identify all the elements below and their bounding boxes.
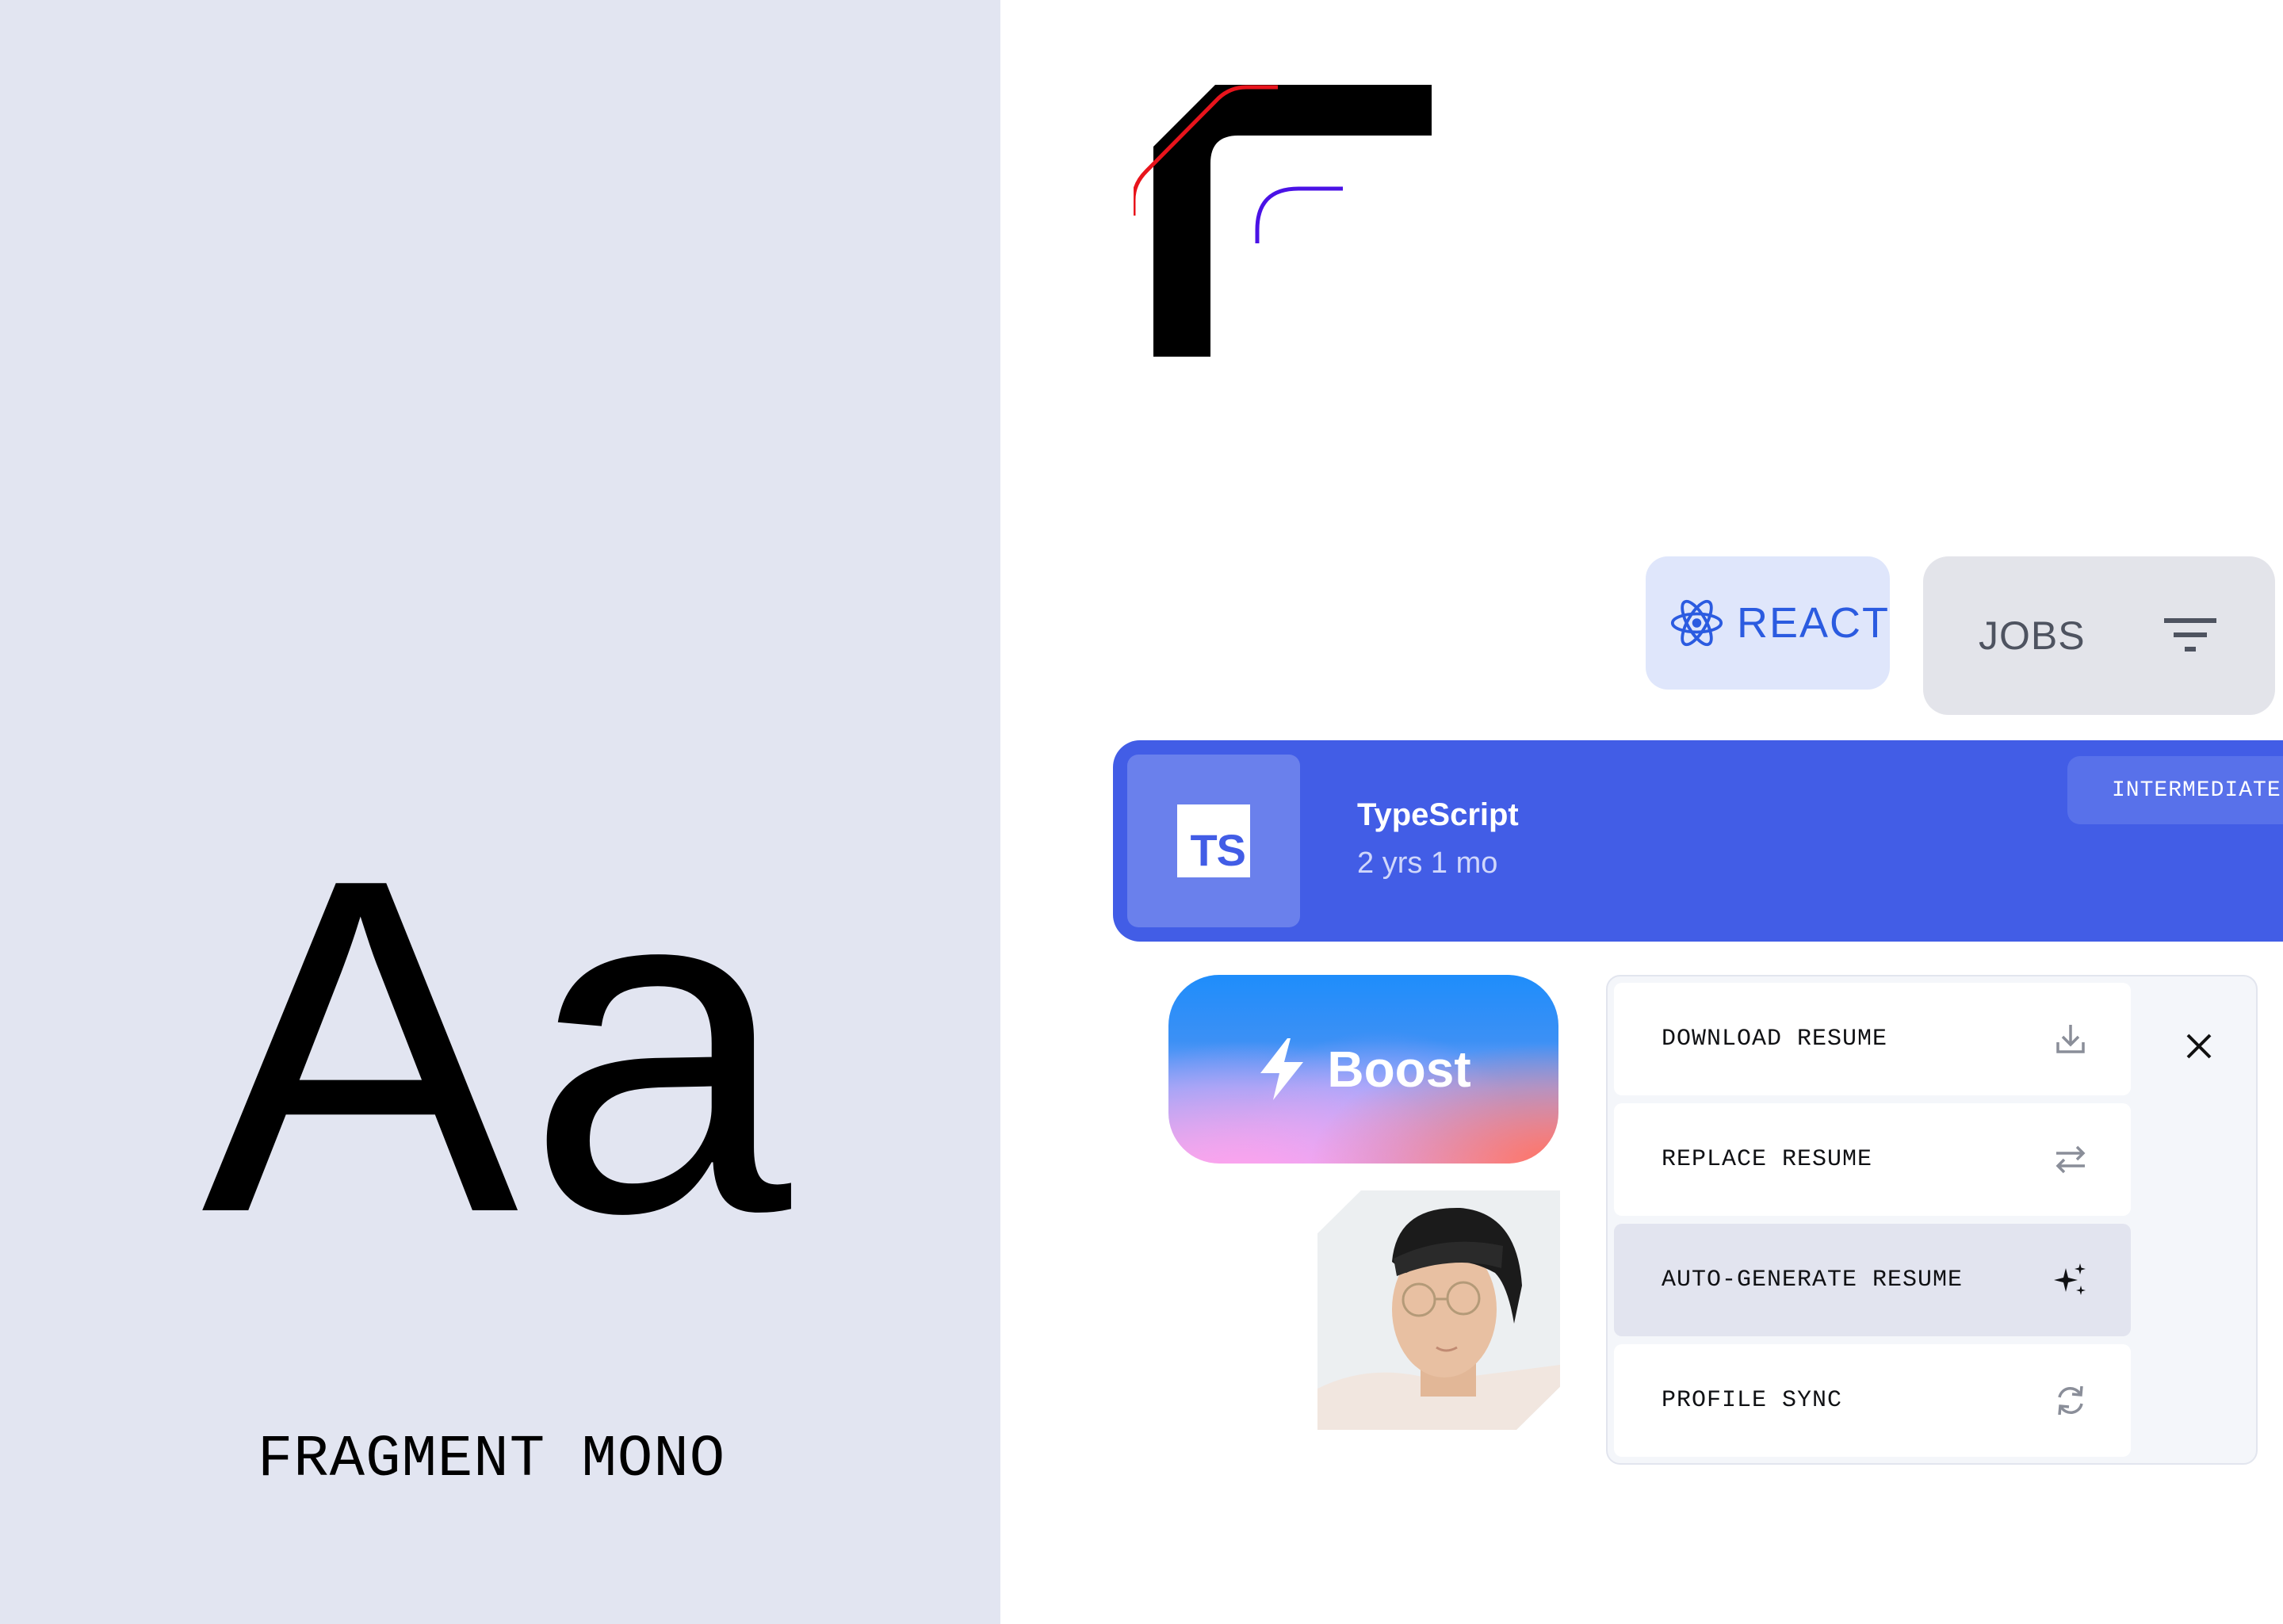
menu-item-label: AUTO-GENERATE RESUME	[1662, 1267, 1964, 1293]
font-specimen-sample: Aa	[201, 781, 799, 1312]
logo-main-shape	[1153, 85, 1432, 357]
avatar	[1317, 1190, 1560, 1430]
jobs-filter-chip[interactable]: JOBS	[1923, 556, 2275, 715]
skill-duration: 2 yrs 1 mo	[1357, 846, 1498, 880]
swap-icon	[2055, 1145, 2086, 1174]
react-icon	[1670, 599, 1723, 647]
menu-item-replace-resume[interactable]: REPLACE RESUME	[1614, 1103, 2131, 1216]
boost-button[interactable]: Boost	[1168, 975, 1558, 1164]
menu-item-label: REPLACE RESUME	[1662, 1146, 1873, 1173]
brand-logo	[1134, 85, 1432, 357]
skill-name: TypeScript	[1357, 797, 1519, 832]
sparkles-icon	[2054, 1263, 2086, 1295]
react-chip[interactable]: REACT	[1646, 556, 1890, 690]
skill-logo-tile: TS	[1127, 755, 1300, 927]
lightning-icon	[1260, 1038, 1304, 1100]
menu-item-profile-sync[interactable]: PROFILE SYNC	[1614, 1344, 2131, 1457]
resume-menu: DOWNLOAD RESUME REPLACE RESUME AUTO-GENE…	[1606, 975, 2258, 1465]
sync-icon	[2058, 1385, 2083, 1416]
react-chip-label: REACT	[1736, 599, 1890, 647]
typescript-icon: TS	[1177, 804, 1250, 877]
filter-icon	[2164, 618, 2216, 652]
logo-purple-line	[1255, 186, 1343, 243]
close-icon	[2186, 1034, 2212, 1059]
download-icon	[2056, 1025, 2085, 1053]
typescript-badge-text: TS	[1190, 825, 1246, 875]
jobs-chip-label: JOBS	[1979, 613, 2086, 658]
boost-label: Boost	[1327, 1041, 1471, 1098]
menu-item-label: DOWNLOAD RESUME	[1662, 1026, 1888, 1053]
close-menu-button[interactable]	[2167, 1015, 2231, 1078]
avatar-photo	[1317, 1190, 1560, 1430]
menu-item-download-resume[interactable]: DOWNLOAD RESUME	[1614, 983, 2131, 1095]
font-name-label: FRAGMENT MONO	[257, 1427, 726, 1493]
menu-item-auto-generate-resume[interactable]: AUTO-GENERATE RESUME	[1614, 1224, 2131, 1336]
skill-level-badge: INTERMEDIATE	[2067, 756, 2283, 824]
menu-item-label: PROFILE SYNC	[1662, 1387, 1843, 1414]
